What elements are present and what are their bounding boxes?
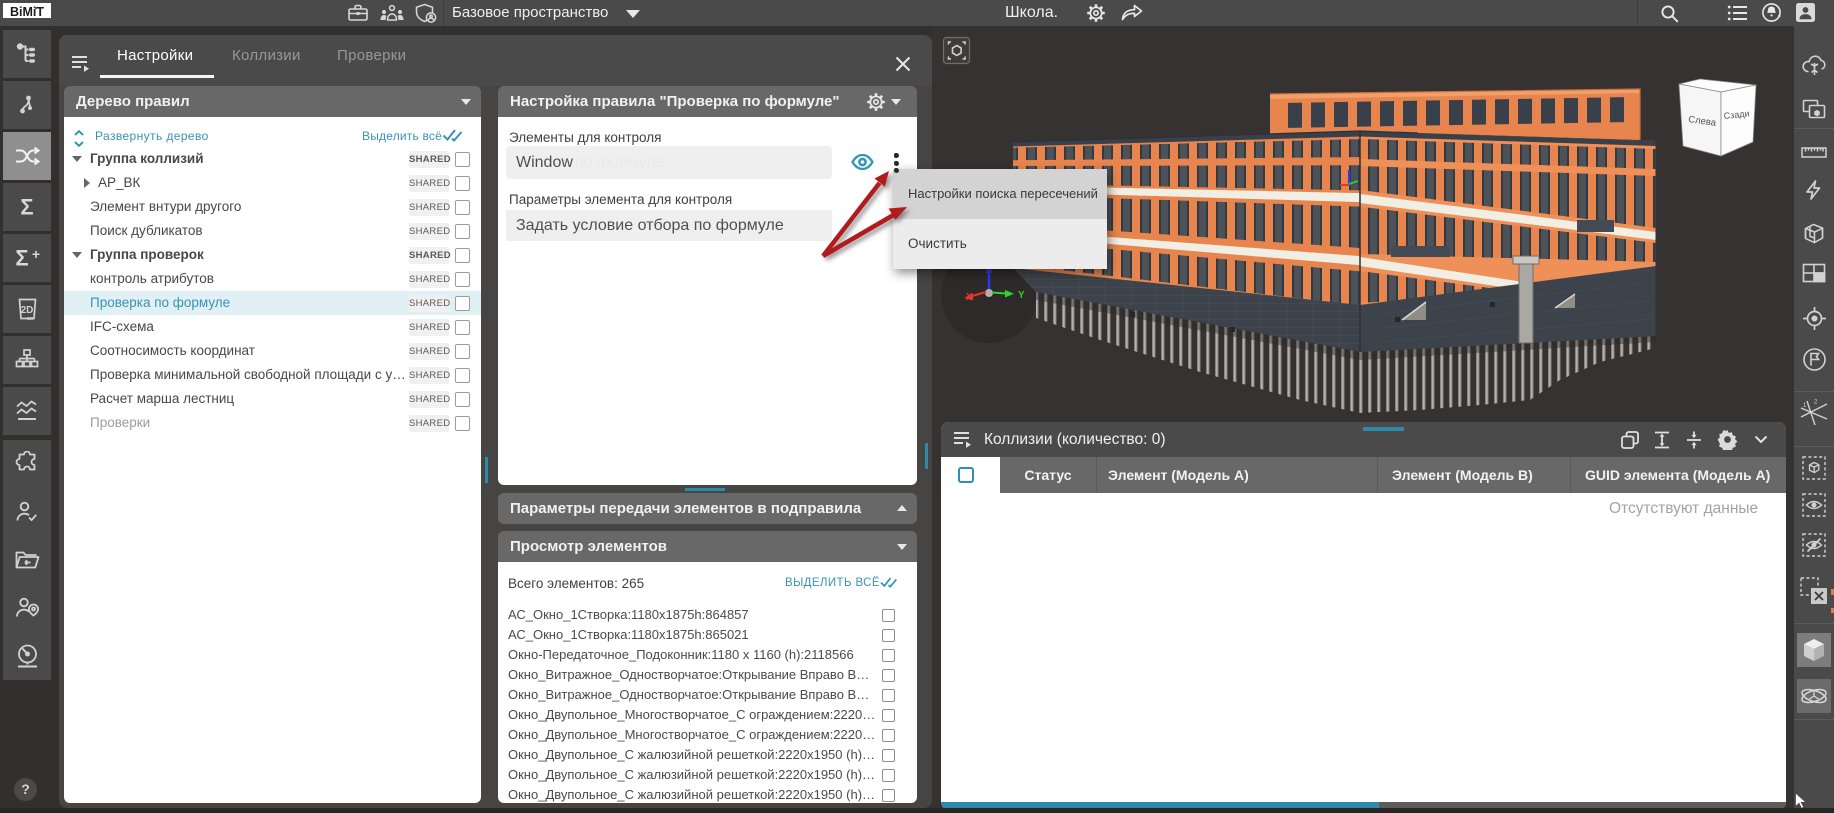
svg-text:Σ: Σ: [20, 195, 33, 220]
svg-text:X: X: [966, 292, 973, 303]
svg-text:1: 1: [1803, 403, 1807, 409]
svg-text:Y: Y: [1018, 290, 1025, 301]
svg-text:2: 2: [1814, 400, 1818, 406]
svg-text:+: +: [32, 246, 40, 262]
svg-text:2D: 2D: [21, 305, 34, 316]
svg-text:Σ: Σ: [15, 246, 28, 271]
